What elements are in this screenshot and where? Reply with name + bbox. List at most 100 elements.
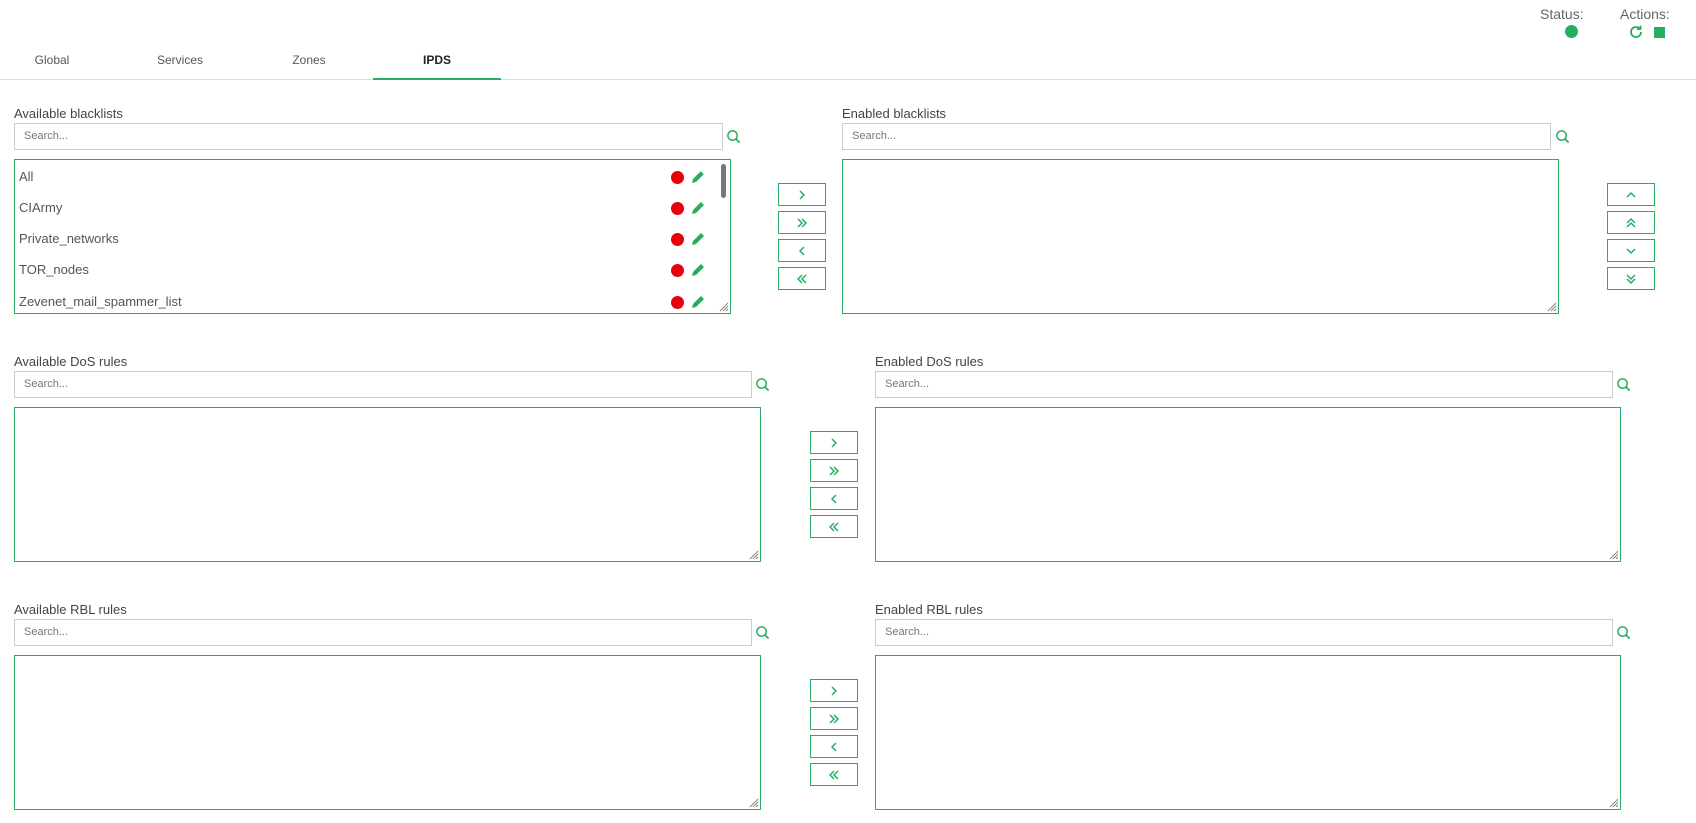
search-icon[interactable] [755, 377, 770, 392]
actions-label: Actions: [1620, 6, 1670, 22]
chevron-right-icon [799, 189, 806, 200]
available-dos-search-input[interactable]: Search... [14, 371, 752, 398]
search-placeholder: Search... [24, 626, 69, 638]
move-all-left-button[interactable] [810, 763, 858, 786]
list-item-label: Private_networks [19, 231, 119, 246]
pencil-icon[interactable] [690, 169, 706, 185]
move-all-right-button[interactable] [810, 707, 858, 730]
list-item[interactable]: CIArmy [19, 194, 716, 222]
chevron-left-icon [798, 245, 805, 256]
search-icon[interactable] [726, 129, 741, 144]
resize-grip-icon[interactable] [1609, 550, 1619, 560]
move-all-right-button[interactable] [778, 211, 826, 234]
tab-bar: Global Services Zones IPDS [0, 46, 1696, 80]
move-up-button[interactable] [1607, 183, 1655, 206]
search-placeholder: Search... [852, 130, 897, 142]
move-left-button[interactable] [810, 735, 858, 758]
red-dot-icon [671, 171, 684, 184]
list-item-label: All [19, 169, 34, 184]
list-item[interactable]: All [19, 163, 716, 191]
move-all-right-button[interactable] [810, 459, 858, 482]
move-top-button[interactable] [1607, 211, 1655, 234]
pencil-icon[interactable] [690, 294, 706, 310]
double-chevron-right-icon [829, 713, 840, 724]
list-item[interactable]: Zevenet_mail_spammer_list [19, 288, 716, 313]
chevron-right-icon [831, 685, 838, 696]
pencil-icon[interactable] [690, 231, 706, 247]
enabled-dos-label: Enabled DoS rules [875, 354, 984, 369]
available-rbl-list[interactable] [14, 655, 761, 810]
move-left-button[interactable] [778, 239, 826, 262]
search-icon[interactable] [1555, 129, 1570, 144]
list-item-label: CIArmy [19, 200, 63, 215]
enabled-rbl-list[interactable] [875, 655, 1621, 810]
double-chevron-down-icon [1626, 273, 1636, 284]
list-item[interactable]: TOR_nodes [19, 256, 716, 284]
red-dot-icon [671, 202, 684, 215]
double-chevron-right-icon [829, 465, 840, 476]
chevron-down-icon [1626, 247, 1636, 254]
tab-ipds[interactable]: IPDS [373, 46, 501, 80]
available-blacklists-search-input[interactable]: Search... [14, 123, 723, 150]
search-placeholder: Search... [885, 626, 930, 638]
search-icon[interactable] [1616, 377, 1631, 392]
enabled-dos-list[interactable] [875, 407, 1621, 562]
move-down-button[interactable] [1607, 239, 1655, 262]
enabled-blacklists-label: Enabled blacklists [842, 106, 947, 121]
chevron-right-icon [831, 437, 838, 448]
tab-zones[interactable]: Zones [245, 46, 373, 80]
refresh-icon[interactable] [1628, 24, 1644, 40]
pencil-icon[interactable] [690, 262, 706, 278]
red-dot-icon [671, 233, 684, 246]
pencil-icon[interactable] [690, 200, 706, 216]
move-bottom-button[interactable] [1607, 267, 1655, 290]
move-right-button[interactable] [810, 431, 858, 454]
available-dos-label: Available DoS rules [14, 354, 128, 369]
enabled-dos-search-input[interactable]: Search... [875, 371, 1613, 398]
header-status-actions: Status: Actions: [1496, 6, 1696, 46]
scrollbar[interactable] [721, 164, 726, 198]
resize-grip-icon[interactable] [749, 798, 759, 808]
red-dot-icon [671, 264, 684, 277]
enabled-rbl-search-input[interactable]: Search... [875, 619, 1613, 646]
double-chevron-right-icon [797, 217, 808, 228]
search-icon[interactable] [1616, 625, 1631, 640]
tab-global[interactable]: Global [0, 46, 116, 80]
move-all-left-button[interactable] [810, 515, 858, 538]
double-chevron-left-icon [828, 769, 839, 780]
stop-icon[interactable] [1654, 27, 1665, 38]
chevron-left-icon [830, 741, 837, 752]
double-chevron-left-icon [828, 521, 839, 532]
move-left-button[interactable] [810, 487, 858, 510]
enabled-blacklists-list[interactable] [842, 159, 1559, 314]
available-dos-list[interactable] [14, 407, 761, 562]
double-chevron-up-icon [1626, 217, 1636, 228]
enabled-blacklists-search-input[interactable]: Search... [842, 123, 1551, 150]
status-indicator-icon [1565, 25, 1578, 38]
list-item-label: TOR_nodes [19, 262, 89, 277]
available-rbl-search-input[interactable]: Search... [14, 619, 752, 646]
resize-grip-icon[interactable] [1547, 302, 1557, 312]
resize-grip-icon[interactable] [719, 302, 729, 312]
move-right-button[interactable] [810, 679, 858, 702]
tab-services[interactable]: Services [116, 46, 244, 80]
search-placeholder: Search... [24, 130, 69, 142]
move-all-left-button[interactable] [778, 267, 826, 290]
chevron-left-icon [830, 493, 837, 504]
available-blacklists-list[interactable]: All CIArmy Private_networks TOR_nodes Ze… [14, 159, 731, 314]
available-rbl-label: Available RBL rules [14, 602, 127, 617]
status-label: Status: [1540, 6, 1584, 22]
resize-grip-icon[interactable] [749, 550, 759, 560]
double-chevron-left-icon [796, 273, 807, 284]
list-item-label: Zevenet_mail_spammer_list [19, 294, 182, 309]
search-placeholder: Search... [885, 378, 930, 390]
search-icon[interactable] [755, 625, 770, 640]
chevron-up-icon [1626, 191, 1636, 198]
enabled-rbl-label: Enabled RBL rules [875, 602, 983, 617]
move-right-button[interactable] [778, 183, 826, 206]
list-item[interactable]: Private_networks [19, 225, 716, 253]
resize-grip-icon[interactable] [1609, 798, 1619, 808]
search-placeholder: Search... [24, 378, 69, 390]
available-blacklists-label: Available blacklists [14, 106, 123, 121]
red-dot-icon [671, 296, 684, 309]
